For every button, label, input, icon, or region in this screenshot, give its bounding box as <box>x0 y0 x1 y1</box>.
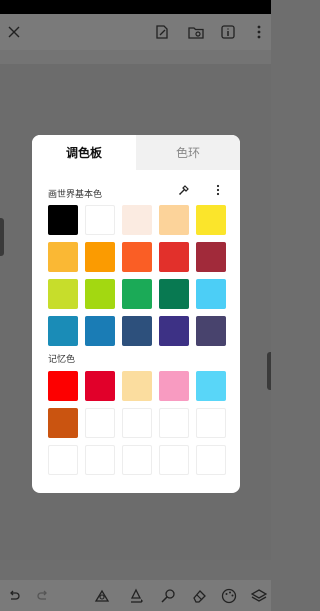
memory-color-empty-slot[interactable] <box>196 408 226 438</box>
folder-image-icon[interactable] <box>186 22 206 42</box>
color-palette-icon[interactable] <box>219 586 239 606</box>
memory-color-empty-slot[interactable] <box>122 445 152 475</box>
memory-color-swatch[interactable] <box>48 371 78 401</box>
basic-color-swatch[interactable] <box>196 242 226 272</box>
basic-color-swatch[interactable] <box>48 279 78 309</box>
basic-color-swatch[interactable] <box>159 316 189 346</box>
tab-palette[interactable]: 调色板 <box>32 135 136 170</box>
palette-tabs: 调色板 色环 <box>32 135 240 170</box>
basic-color-swatch[interactable] <box>196 279 226 309</box>
palette-more-icon[interactable] <box>211 183 225 197</box>
color-palette-panel: 调色板 色环 画世界基本色 记忆色 <box>32 135 240 493</box>
info-icon[interactable] <box>218 22 238 42</box>
canvas-top-strip <box>0 50 271 64</box>
basic-color-swatch[interactable] <box>85 316 115 346</box>
basic-color-swatch[interactable] <box>85 205 115 235</box>
memory-color-swatch[interactable] <box>85 371 115 401</box>
smudge-icon[interactable] <box>158 586 178 606</box>
close-icon[interactable] <box>4 22 24 42</box>
brush-icon[interactable] <box>126 586 146 606</box>
tab-color-wheel[interactable]: 色环 <box>136 135 240 170</box>
memory-color-empty-slot[interactable] <box>122 408 152 438</box>
top-toolbar <box>0 14 271 50</box>
basic-color-swatch[interactable] <box>159 205 189 235</box>
status-bar <box>0 0 271 14</box>
basic-color-swatch[interactable] <box>159 242 189 272</box>
shape-select-icon[interactable] <box>92 586 112 606</box>
basic-color-swatch[interactable] <box>122 242 152 272</box>
basic-color-swatch[interactable] <box>48 205 78 235</box>
basic-color-swatch[interactable] <box>196 316 226 346</box>
memory-color-empty-slot[interactable] <box>159 408 189 438</box>
basic-color-swatch[interactable] <box>85 279 115 309</box>
memory-color-swatch[interactable] <box>159 371 189 401</box>
basic-color-swatch[interactable] <box>85 242 115 272</box>
basic-color-swatch[interactable] <box>122 205 152 235</box>
basic-color-swatch[interactable] <box>159 279 189 309</box>
memory-color-empty-slot[interactable] <box>48 445 78 475</box>
eraser-icon[interactable] <box>189 586 209 606</box>
memory-color-empty-slot[interactable] <box>196 445 226 475</box>
basic-color-swatch[interactable] <box>122 279 152 309</box>
memory-color-swatch[interactable] <box>48 408 78 438</box>
left-drawer-handle[interactable] <box>0 218 4 256</box>
memory-color-swatch[interactable] <box>196 371 226 401</box>
redo-icon[interactable] <box>33 586 53 606</box>
undo-icon[interactable] <box>4 586 24 606</box>
memory-colors-grid <box>48 371 226 475</box>
memory-color-empty-slot[interactable] <box>85 445 115 475</box>
bottom-toolbar <box>0 580 271 611</box>
basic-colors-title: 画世界基本色 <box>48 190 103 200</box>
memory-color-empty-slot[interactable] <box>85 408 115 438</box>
basic-colors-grid <box>48 205 226 346</box>
right-drawer-handle[interactable] <box>267 352 271 390</box>
basic-color-swatch[interactable] <box>196 205 226 235</box>
basic-color-swatch[interactable] <box>48 242 78 272</box>
eyedropper-icon[interactable] <box>177 183 191 197</box>
memory-color-empty-slot[interactable] <box>159 445 189 475</box>
memory-colors-title: 记忆色 <box>48 355 76 365</box>
more-vertical-icon[interactable] <box>249 22 269 42</box>
memory-color-swatch[interactable] <box>122 371 152 401</box>
layers-icon[interactable] <box>249 586 269 606</box>
basic-color-swatch[interactable] <box>48 316 78 346</box>
edit-note-icon[interactable] <box>152 22 172 42</box>
basic-color-swatch[interactable] <box>122 316 152 346</box>
